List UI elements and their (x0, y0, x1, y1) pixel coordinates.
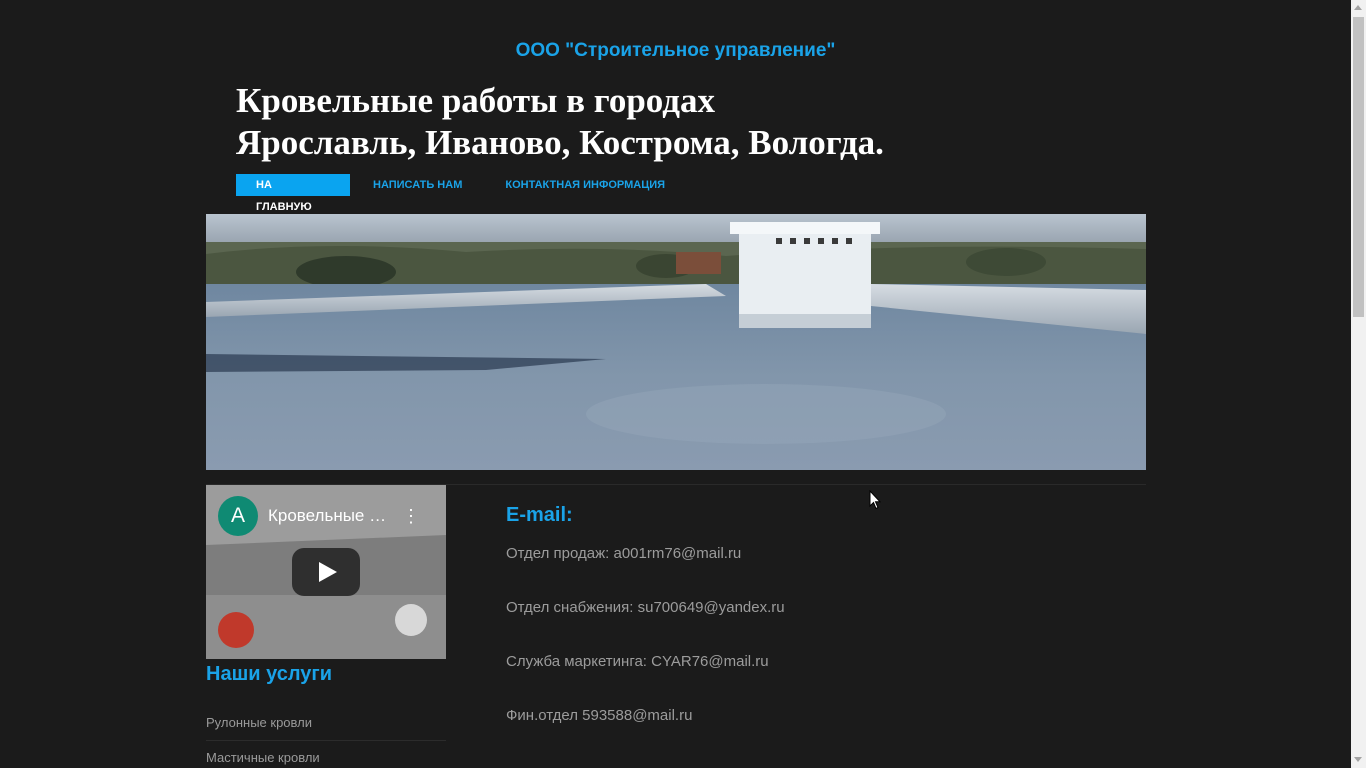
email-title: E-mail: (506, 504, 573, 526)
services-item-rolled-roofs[interactable]: Рулонные кровли (206, 706, 446, 741)
hero-roof-image (206, 214, 1146, 470)
scrollbar-thumb[interactable] (1353, 17, 1364, 317)
headline-line-2: Ярославль, Иваново, Кострома, Вологда. (236, 123, 884, 162)
headline-line-1: Кровельные работы в городах (236, 81, 715, 120)
email-marketing: Служба маркетинга: CYAR76@mail.ru (506, 653, 769, 670)
page-scrollbar[interactable] (1351, 0, 1366, 768)
more-vert-icon[interactable]: ⋮ (402, 507, 420, 527)
mouse-cursor-icon (869, 490, 881, 510)
services-item-mastic-roofs[interactable]: Мастичные кровли (206, 741, 446, 768)
page: ООО "Строительное управление" Кровельные… (0, 0, 1366, 768)
main-nav: На главную Написать нам Контактная инфор… (236, 174, 665, 213)
youtube-video-embed[interactable]: A Кровельные работы Ярославль ⋮ (206, 485, 446, 659)
services-list: Рулонные кровли Мастичные кровли (206, 706, 446, 768)
scroll-down-arrow-icon[interactable] (1354, 757, 1362, 762)
email-sales: Отдел продаж: a001rm76@mail.ru (506, 545, 742, 562)
services-title: Наши услуги (206, 663, 333, 685)
nav-item-home[interactable]: На главную (236, 174, 350, 213)
page-headline: Кровельные работы в городах Ярославль, И… (236, 80, 884, 164)
video-title[interactable]: Кровельные работы Ярославль (268, 506, 393, 526)
company-name[interactable]: ООО "Строительное управление" (0, 40, 1351, 62)
hero-roof-illustration (206, 214, 1146, 470)
channel-avatar[interactable]: A (218, 496, 258, 536)
email-finance: Фин.отдел 593588@mail.ru (506, 707, 693, 724)
nav-item-write-us[interactable]: Написать нам (373, 174, 462, 196)
scroll-up-arrow-icon[interactable] (1354, 5, 1362, 10)
nav-item-contacts[interactable]: Контактная информация (505, 174, 665, 196)
email-supply: Отдел снабжения: su700649@yandex.ru (506, 599, 785, 616)
play-icon[interactable] (292, 548, 360, 596)
